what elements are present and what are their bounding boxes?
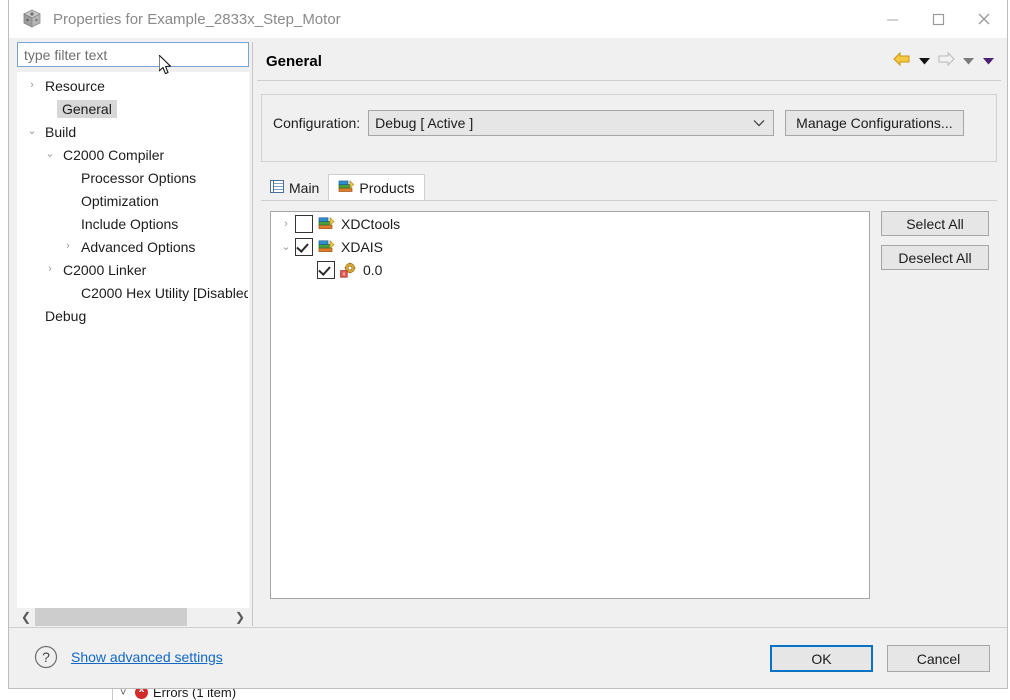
help-icon[interactable]: ? <box>34 645 58 669</box>
page-title: General <box>266 52 322 70</box>
cancel-button[interactable]: Cancel <box>887 645 990 672</box>
view-menu-chevron-down-icon[interactable] <box>981 54 995 68</box>
scrollbar-track[interactable] <box>35 608 231 626</box>
configuration-label: Configuration: <box>273 115 361 131</box>
product-label: 0.0 <box>363 261 383 278</box>
products-tab-content: › XDCtools ⌄ XDAIS x 0.0 Select All Desele… <box>261 200 997 627</box>
cube-icon <box>21 8 43 30</box>
chevron-right-icon[interactable]: › <box>277 218 295 230</box>
chevron-down-icon[interactable]: ⌄ <box>42 149 58 160</box>
dialog-body: › Resource General ⌄ Build ⌄ C2000 Compiler Pro… <box>9 38 1007 628</box>
filter-input[interactable] <box>17 42 249 67</box>
product-checkbox[interactable] <box>295 214 313 233</box>
chevron-down-icon[interactable]: ⌄ <box>277 240 295 253</box>
deselect-all-button[interactable]: Deselect All <box>881 245 989 270</box>
select-all-button[interactable]: Select All <box>881 211 989 236</box>
tree-item-label: Optimization <box>81 192 159 209</box>
forward-arrow-icon <box>937 51 955 72</box>
product-row[interactable]: ⌄ XDAIS <box>271 235 869 258</box>
books-icon <box>338 179 355 196</box>
svg-text:?: ? <box>42 649 50 665</box>
chevron-right-icon[interactable]: ❯ <box>231 608 249 626</box>
tree-item-advanced-options[interactable]: › Advanced Options <box>18 235 248 258</box>
tree-item-label: C2000 Linker <box>63 261 147 278</box>
product-row[interactable]: x 0.0 <box>271 258 869 281</box>
ok-button[interactable]: OK <box>770 645 873 672</box>
settings-tree-scroll: › Resource General ⌄ Build ⌄ C2000 Compiler Pro… <box>17 72 249 608</box>
tree-item-label: Debug <box>45 307 87 324</box>
settings-tree: › Resource General ⌄ Build ⌄ C2000 Compiler Pro… <box>18 73 249 327</box>
chevron-right-icon[interactable]: › <box>60 241 76 252</box>
page-nav-icons <box>893 42 995 80</box>
title-bar: Properties for Example_2833x_Step_Motor <box>9 0 1007 38</box>
tree-item-processor-options[interactable]: Processor Options <box>18 166 248 189</box>
list-icon <box>270 179 284 196</box>
tree-item-include-options[interactable]: Include Options <box>18 212 248 235</box>
back-history-chevron-down-icon[interactable] <box>917 54 931 68</box>
tree-horizontal-scrollbar[interactable]: ❮ ❯ <box>17 608 249 626</box>
show-advanced-settings-link[interactable]: Show advanced settings <box>71 649 223 665</box>
page-header: General <box>257 42 1001 81</box>
dialog-footer: ? Show advanced settings OK Cancel <box>9 627 1007 688</box>
pane-divider <box>252 42 253 626</box>
books-icon <box>318 239 336 255</box>
scrollbar-thumb[interactable] <box>35 608 187 626</box>
products-tree[interactable]: › XDCtools ⌄ XDAIS x 0.0 <box>270 211 870 599</box>
product-checkbox[interactable] <box>295 237 313 256</box>
tab-main[interactable]: Main <box>261 175 329 200</box>
back-arrow-icon[interactable] <box>893 51 911 72</box>
tree-item-label: General <box>57 99 117 118</box>
product-label: XDAIS <box>341 238 384 255</box>
chevron-down-icon <box>753 114 765 132</box>
properties-dialog: Properties for Example_2833x_Step_Motor … <box>8 0 1008 689</box>
product-checkbox[interactable] <box>317 260 335 279</box>
settings-tree-pane: › Resource General ⌄ Build ⌄ C2000 Compiler Pro… <box>17 42 249 626</box>
tree-item-resource[interactable]: › Resource <box>18 74 248 97</box>
products-side-buttons: Select All Deselect All <box>881 211 989 270</box>
tree-item-label: Advanced Options <box>81 238 196 255</box>
configuration-select[interactable]: Debug [ Active ] <box>368 110 775 136</box>
settings-page-pane: General Configuration: Debug [Active] … <box>257 42 1001 627</box>
version-gear-icon: x <box>340 262 358 278</box>
tree-item-label: Processor Options <box>81 169 197 186</box>
tree-item-label: Include Options <box>81 215 179 232</box>
books-icon <box>318 216 336 232</box>
tab-main-label: Main <box>289 179 320 196</box>
maximize-icon[interactable] <box>915 0 961 38</box>
window-controls <box>869 0 1007 38</box>
close-icon[interactable] <box>961 0 1007 38</box>
configuration-row: Configuration: Debug [ Active ] Manage C… <box>273 110 986 136</box>
tree-item-label: C2000 Hex Utility [Disabled] <box>81 284 249 301</box>
tree-item-c2000-compiler[interactable]: ⌄ C2000 Compiler <box>18 143 248 166</box>
chevron-down-icon[interactable]: ⌄ <box>24 126 40 137</box>
tab-products[interactable]: Products <box>328 174 425 200</box>
forward-history-chevron-down-icon <box>961 54 975 68</box>
tree-item-c2000-linker[interactable]: › C2000 Linker <box>18 258 248 281</box>
tree-item-label: Resource <box>45 77 105 94</box>
manage-configurations-button[interactable]: Manage Configurations... <box>785 110 964 136</box>
chevron-right-icon[interactable]: › <box>42 264 58 275</box>
minimize-icon[interactable] <box>869 0 915 38</box>
configuration-group: Configuration: Debug [ Active ] Manage C… <box>261 94 997 162</box>
svg-text:x: x <box>343 271 346 277</box>
chevron-right-icon[interactable]: › <box>24 80 40 91</box>
tree-item-debug[interactable]: Debug <box>18 304 248 327</box>
product-row[interactable]: › XDCtools <box>271 212 869 235</box>
tab-bar: Main Products <box>261 174 997 200</box>
chevron-left-icon[interactable]: ❮ <box>17 608 35 626</box>
tree-item-build[interactable]: ⌄ Build <box>18 120 248 143</box>
tab-products-label: Products <box>359 179 415 196</box>
tree-item-label: C2000 Compiler <box>63 146 165 163</box>
tree-item-optimization[interactable]: Optimization <box>18 189 248 212</box>
configuration-value: Debug [ Active ] <box>375 115 474 131</box>
tree-item-c2000-hex-utility-disabled[interactable]: C2000 Hex Utility [Disabled] <box>18 281 249 304</box>
tree-item-label: Build <box>45 123 77 140</box>
product-label: XDCtools <box>341 215 401 232</box>
window-title: Properties for Example_2833x_Step_Motor <box>53 10 341 28</box>
tree-item-general[interactable]: General <box>18 97 248 120</box>
